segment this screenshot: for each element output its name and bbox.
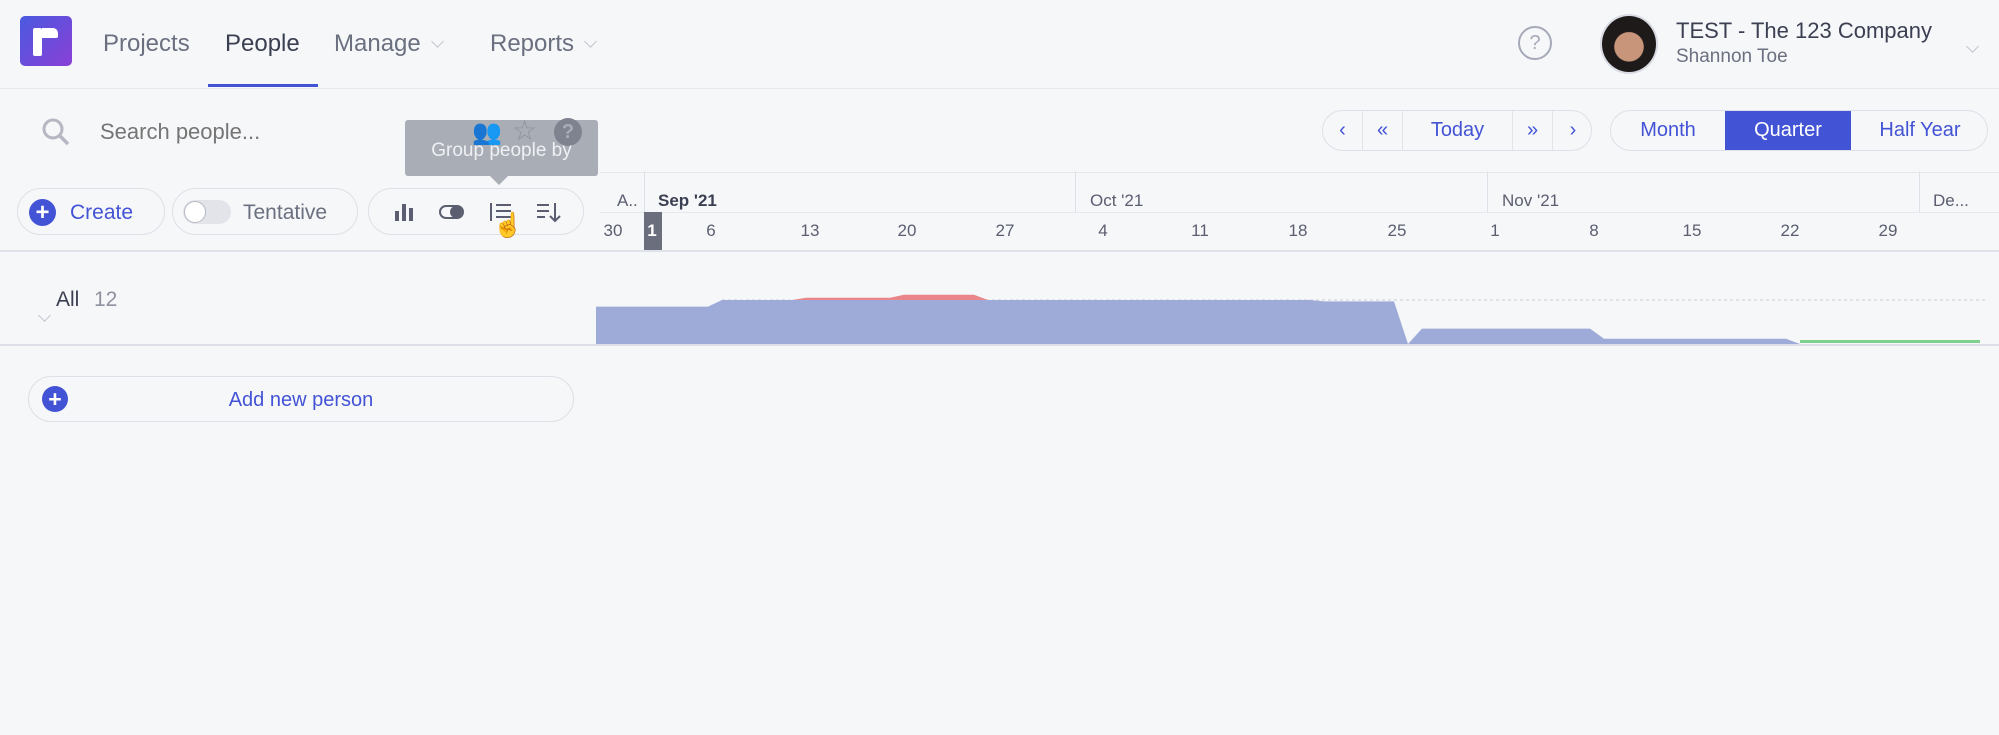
scheduled-area xyxy=(596,300,1800,344)
group-row-divider xyxy=(0,344,1999,346)
overtime-area xyxy=(792,294,988,300)
add-new-person-button[interactable]: + Add new person xyxy=(28,376,574,422)
add-new-person-label: Add new person xyxy=(228,389,374,411)
available-line xyxy=(1800,340,1980,343)
utilization-chart xyxy=(596,294,1985,344)
